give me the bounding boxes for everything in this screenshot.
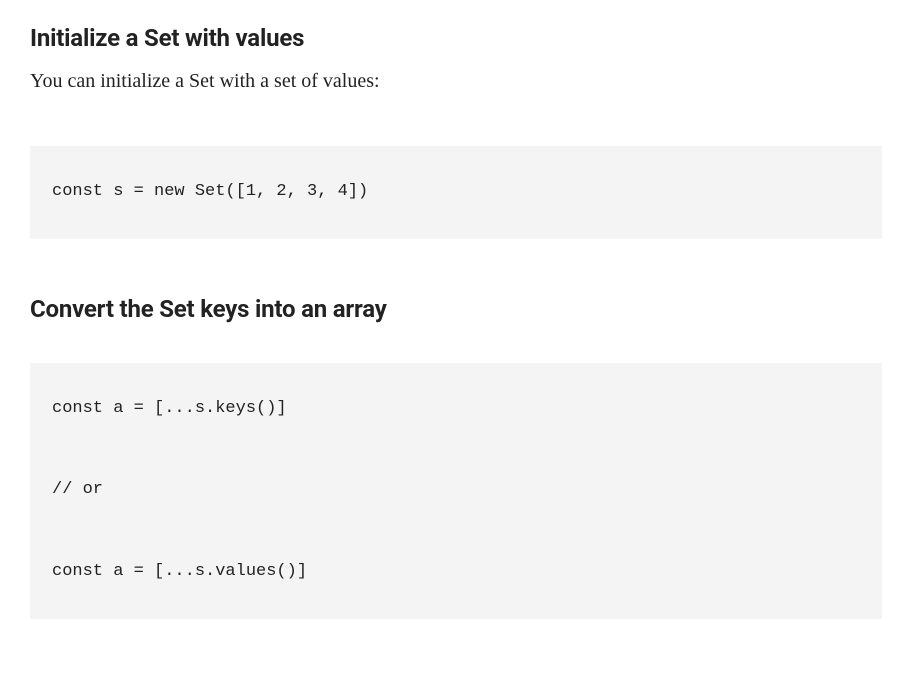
section-heading-convert: Convert the Set keys into an array — [30, 295, 882, 323]
section-heading-initialize: Initialize a Set with values — [30, 24, 882, 52]
section-description-initialize: You can initialize a Set with a set of v… — [30, 66, 882, 96]
code-block-convert: const a = [...s.keys()] // or const a = … — [30, 363, 882, 619]
code-block-initialize: const s = new Set([1, 2, 3, 4]) — [30, 146, 882, 239]
